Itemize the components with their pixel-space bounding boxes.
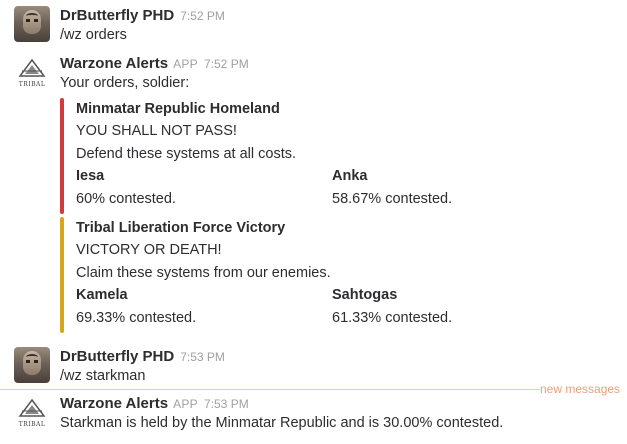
user-avatar[interactable]: [14, 347, 50, 383]
timestamp[interactable]: 7:53 PM: [204, 397, 249, 411]
message-text: /wz starkman: [60, 368, 146, 384]
timestamp[interactable]: 7:52 PM: [180, 9, 225, 23]
logo-text: TRIBAL: [19, 421, 46, 428]
attachment-pretext: VICTORY OR DEATH!: [76, 242, 222, 258]
new-messages-label: new messages: [540, 382, 621, 396]
author-name[interactable]: DrButterfly PHD: [60, 7, 174, 24]
field-value: 60% contested.: [76, 191, 176, 207]
author-name[interactable]: Warzone Alerts: [60, 55, 168, 72]
field-title: Kamela: [76, 287, 128, 303]
author-name[interactable]: Warzone Alerts: [60, 395, 168, 412]
attachment-title: Tribal Liberation Force Victory: [76, 220, 286, 236]
new-messages-divider: [0, 389, 540, 390]
field-title: Sahtogas: [332, 287, 398, 303]
attachment-title: Minmatar Republic Homeland: [76, 101, 280, 117]
attachment-tribal: Tribal Liberation Force Victory VICTORY …: [60, 217, 500, 333]
field-title: Anka: [332, 168, 368, 184]
attachment-text: Defend these systems at all costs.: [76, 146, 297, 162]
attachment-text: Claim these systems from our enemies.: [76, 265, 331, 281]
timestamp[interactable]: 7:52 PM: [204, 57, 249, 71]
app-badge: APP: [173, 397, 198, 411]
field-value: 69.33% contested.: [76, 310, 197, 326]
message-text: Your orders, soldier:: [60, 75, 190, 91]
attachment-color-bar: [60, 217, 64, 333]
app-badge: APP: [173, 57, 198, 71]
attachment-minmatar: Minmatar Republic Homeland YOU SHALL NOT…: [60, 98, 500, 214]
attachment-color-bar: [60, 98, 64, 214]
field-value: 58.67% contested.: [332, 191, 453, 207]
logo-text: TRIBAL: [19, 81, 46, 88]
field-value: 61.33% contested.: [332, 310, 453, 326]
field-title: Iesa: [76, 168, 105, 184]
tribal-logo-icon: TRIBAL: [18, 398, 46, 428]
app-avatar[interactable]: TRIBAL: [14, 56, 50, 92]
author-name[interactable]: DrButterfly PHD: [60, 348, 174, 365]
attachment-pretext: YOU SHALL NOT PASS!: [76, 123, 237, 139]
tribal-logo-icon: TRIBAL: [18, 58, 46, 88]
user-avatar[interactable]: [14, 6, 50, 42]
timestamp[interactable]: 7:53 PM: [180, 350, 225, 364]
app-avatar[interactable]: TRIBAL: [14, 396, 50, 432]
message-text: /wz orders: [60, 27, 127, 43]
message-text: Starkman is held by the Minmatar Republi…: [60, 415, 504, 431]
